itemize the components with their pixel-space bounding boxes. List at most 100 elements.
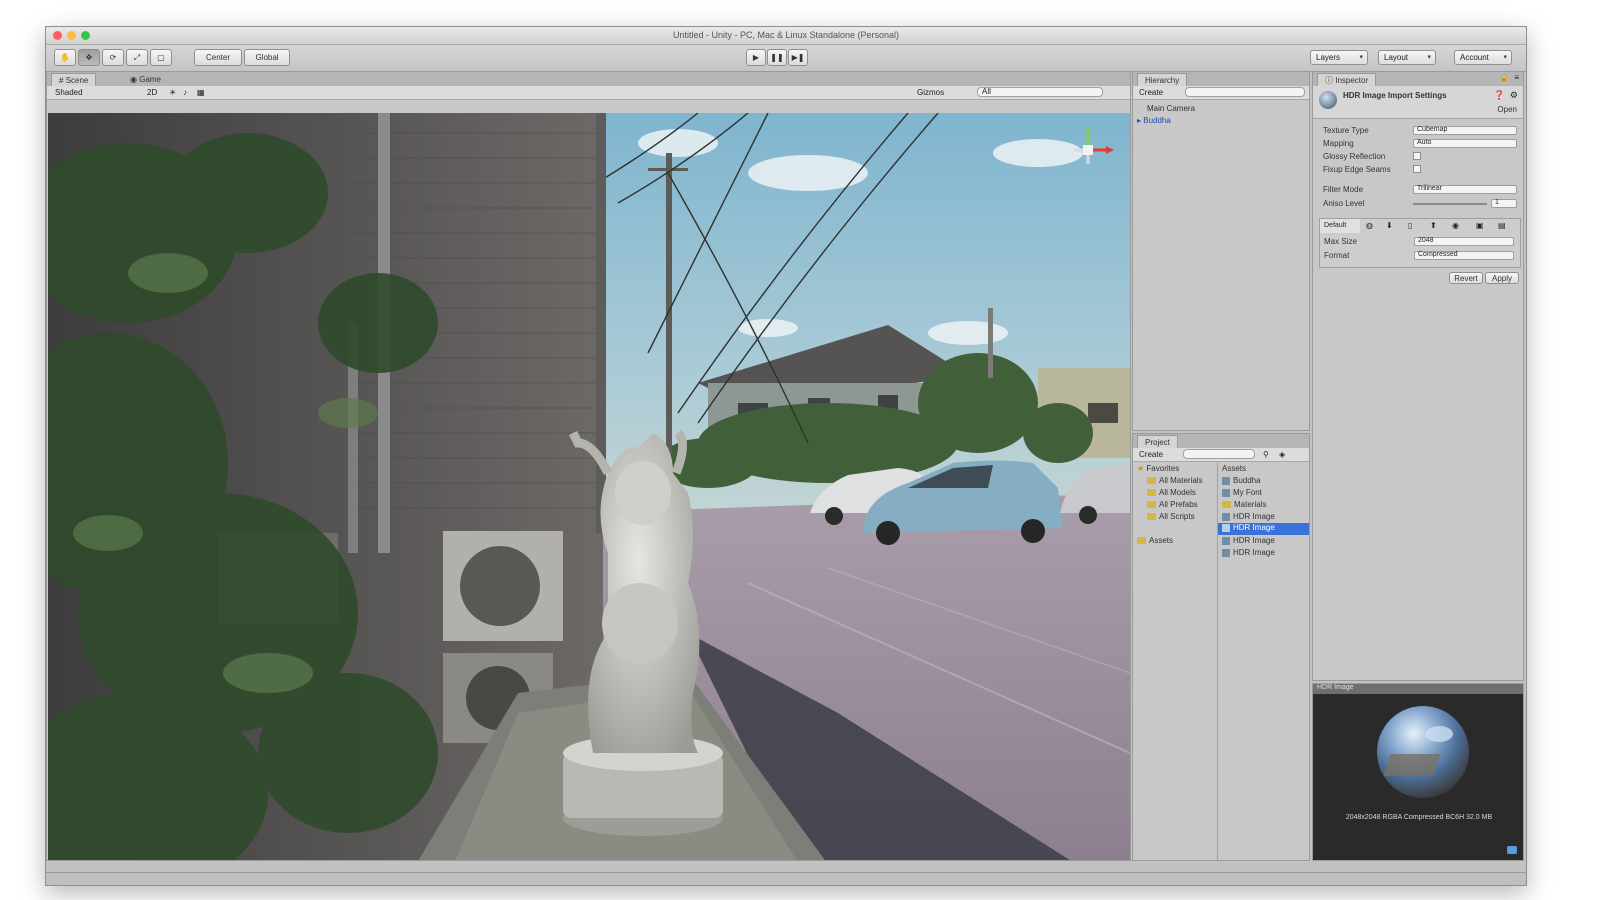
asset-item[interactable]: Materials <box>1222 500 1266 509</box>
rect-tool-button[interactable]: ▢ <box>150 49 172 66</box>
scale-icon: ⤢ <box>133 52 141 62</box>
favorites-header[interactable]: ★ Favorites <box>1137 464 1179 473</box>
store-platform-icon[interactable]: ▤ <box>1498 221 1506 230</box>
window-title: Untitled - Unity - PC, Mac & Linux Stand… <box>672 30 900 40</box>
tab-hierarchy-label: Hierarchy <box>1145 76 1180 85</box>
layers-dropdown[interactable]: Layers ▾ <box>1310 50 1368 65</box>
layout-dropdown[interactable]: Layout ▾ <box>1378 50 1436 65</box>
favorite-item-label: All Materials <box>1159 476 1203 485</box>
panel-menu-icon[interactable]: ≡ <box>1514 73 1519 82</box>
platform-tab-default[interactable]: Default <box>1320 219 1360 233</box>
asset-item[interactable]: HDR Image <box>1222 536 1275 545</box>
asset-item[interactable]: HDR Image <box>1222 512 1275 521</box>
settings-gear-icon[interactable]: ⚙ <box>1510 90 1518 101</box>
help-icon[interactable]: ❓ <box>1494 90 1505 101</box>
shading-mode-dropdown[interactable]: Shaded <box>55 88 83 97</box>
pause-button[interactable]: ❚❚ <box>767 49 787 66</box>
hierarchy-create-button[interactable]: Create <box>1139 88 1163 97</box>
standalone-platform-icon[interactable]: ⬇ <box>1386 221 1393 230</box>
scene-control-bar: Shaded 2D ☀ ♪ ▦ Gizmos All <box>47 86 1130 100</box>
revert-button[interactable]: Revert <box>1449 272 1483 284</box>
preview-mode-toggle[interactable] <box>1507 846 1517 854</box>
asset-item-label: HDR Image <box>1233 523 1275 532</box>
field-label: Mapping <box>1323 139 1354 148</box>
tab-hierarchy[interactable]: Hierarchy <box>1137 73 1188 86</box>
pivot-toggle-button[interactable]: Center <box>194 49 242 66</box>
scale-tool-button[interactable]: ⤢ <box>126 49 148 66</box>
hierarchy-item-buddha-label: Buddha <box>1143 116 1171 125</box>
aniso-level-input[interactable]: 1 <box>1491 199 1517 208</box>
project-create-button[interactable]: Create <box>1139 450 1163 459</box>
mapping-dropdown[interactable]: Auto <box>1413 139 1517 148</box>
favorite-item[interactable]: All Prefabs <box>1147 500 1198 509</box>
inspector-title: HDR Image Import Settings <box>1343 91 1447 100</box>
space-toggle-button[interactable]: Global <box>244 49 290 66</box>
space-label: Global <box>255 53 279 62</box>
account-dropdown[interactable]: Account ▾ <box>1454 50 1512 65</box>
gizmos-dropdown[interactable]: Gizmos <box>917 88 944 97</box>
ios-platform-icon[interactable]: ▯ <box>1408 221 1412 230</box>
scene-viewport[interactable] <box>48 113 1130 860</box>
preview-panel: HDR Image 2048x2048 RGBA Compressed BC6H… <box>1312 683 1524 861</box>
format-value: Compressed <box>1418 251 1458 258</box>
2d-toggle[interactable]: 2D <box>147 88 157 97</box>
utility-pole <box>666 153 672 453</box>
web-platform-icon[interactable]: ◍ <box>1366 221 1373 230</box>
format-dropdown[interactable]: Compressed <box>1414 251 1514 260</box>
tab-scene[interactable]: # Scene <box>51 73 97 86</box>
asset-item[interactable]: HDR Image <box>1222 548 1275 557</box>
play-button[interactable]: ▶ <box>746 49 766 66</box>
texture-type-dropdown[interactable]: Cubemap <box>1413 126 1517 135</box>
texture-asset-icon <box>1319 91 1337 109</box>
lighting-toggle-icon[interactable]: ☀ <box>169 88 176 97</box>
project-search-input[interactable] <box>1183 449 1255 459</box>
asset-item-selected[interactable]: HDR Image <box>1218 523 1309 535</box>
android-platform-icon[interactable]: ⬆ <box>1430 221 1437 230</box>
hierarchy-item-main-camera[interactable]: Main Camera <box>1147 104 1195 113</box>
info-icon: ⓘ <box>1325 76 1333 85</box>
filter-mode-dropdown[interactable]: Trilinear <box>1413 185 1517 194</box>
favorite-item[interactable]: All Models <box>1147 488 1196 497</box>
aniso-level-slider[interactable] <box>1413 203 1487 205</box>
hand-tool-button[interactable]: ✋ <box>54 49 76 66</box>
asset-item[interactable]: My Font <box>1222 488 1262 497</box>
favorite-item[interactable]: All Materials <box>1147 476 1203 485</box>
title-bar: Untitled - Unity - PC, Mac & Linux Stand… <box>46 27 1526 45</box>
tv-platform-icon[interactable]: ▣ <box>1476 221 1484 230</box>
hierarchy-search-input[interactable] <box>1185 87 1305 97</box>
scene-panel: # Scene ◉ Game Shaded 2D ☀ ♪ ▦ Gizmos Al… <box>46 71 1131 861</box>
preview-title: HDR Image <box>1317 684 1354 691</box>
audio-toggle-icon[interactable]: ♪ <box>183 88 187 97</box>
asset-item-label: My Font <box>1233 488 1262 497</box>
label-icon[interactable]: ◈ <box>1279 450 1285 459</box>
step-button[interactable]: ▶❚ <box>788 49 808 66</box>
filter-icon[interactable]: ⚲ <box>1263 450 1269 459</box>
apply-button[interactable]: Apply <box>1485 272 1519 284</box>
webgl-platform-icon[interactable]: ◉ <box>1452 221 1459 230</box>
lock-icon[interactable]: 🔒 <box>1499 73 1509 82</box>
apply-label: Apply <box>1491 273 1512 283</box>
effects-toggle-icon[interactable]: ▦ <box>197 88 205 97</box>
tab-project[interactable]: Project <box>1137 435 1178 448</box>
favorite-item[interactable]: All Scripts <box>1147 512 1195 521</box>
project-assets-column: Assets Buddha My Font Materials HDR Imag… <box>1218 462 1309 860</box>
play-icon: ▶ <box>752 53 760 62</box>
tab-inspector[interactable]: ⓘ Inspector <box>1317 73 1377 86</box>
pivot-label: Center <box>205 53 230 62</box>
inspector-open-button[interactable]: Open <box>1497 105 1517 114</box>
glossy-reflection-checkbox[interactable] <box>1413 152 1421 160</box>
game-icon: ◉ <box>130 75 137 84</box>
assets-root-item[interactable]: Assets <box>1137 536 1173 545</box>
asset-item-label: HDR Image <box>1233 536 1275 545</box>
asset-item[interactable]: Buddha <box>1222 476 1261 485</box>
rotate-tool-button[interactable]: ⟳ <box>102 49 124 66</box>
max-size-dropdown[interactable]: 2048 <box>1414 237 1514 246</box>
revert-label: Revert <box>1454 273 1478 283</box>
scene-search-input[interactable]: All <box>977 87 1103 97</box>
move-tool-button[interactable]: ✥ <box>78 49 100 66</box>
tab-game[interactable]: ◉ Game <box>123 73 169 86</box>
hierarchy-toolbar: Create <box>1133 86 1309 100</box>
fixup-edge-seams-checkbox[interactable] <box>1413 165 1421 173</box>
hierarchy-item-buddha[interactable]: ▸ Buddha <box>1137 116 1171 125</box>
chevron-down-icon: ▾ <box>1359 54 1363 61</box>
